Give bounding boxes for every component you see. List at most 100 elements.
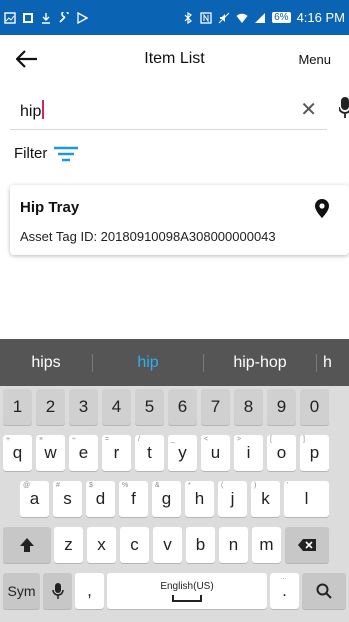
- arrow-left-icon: [16, 50, 37, 68]
- key-letter: i: [246, 443, 251, 462]
- page-title: Item List: [144, 50, 205, 67]
- key[interactable]: 8: [234, 389, 263, 425]
- key[interactable]: b: [186, 527, 215, 563]
- key[interactable]: * h: [185, 481, 214, 517]
- wifi-icon: [236, 13, 248, 23]
- key[interactable]: / t: [135, 435, 164, 471]
- key-letter: u: [210, 443, 221, 462]
- clear-search-icon[interactable]: ✕: [300, 97, 317, 122]
- nfc-icon: [200, 11, 212, 24]
- key-hint: ]: [303, 436, 305, 443]
- microphone-icon[interactable]: [339, 94, 349, 122]
- suggestion-item[interactable]: hip-hop: [204, 354, 316, 372]
- key[interactable]: % f: [119, 481, 148, 517]
- back-button[interactable]: [8, 40, 46, 78]
- suggestion-item[interactable]: h: [317, 354, 349, 372]
- suggestion-item[interactable]: hips: [0, 354, 92, 372]
- key[interactable]: [o: [267, 435, 296, 471]
- key[interactable]: 5: [135, 389, 164, 425]
- key-letter: f: [131, 489, 136, 508]
- key[interactable]: 9: [267, 389, 296, 425]
- filter-button[interactable]: Filter: [14, 145, 79, 162]
- key-hint: %: [122, 482, 129, 489]
- suggestion-item-selected[interactable]: hip: [93, 354, 203, 372]
- key-letter: g: [161, 489, 172, 508]
- item-card[interactable]: Hip Tray Asset Tag ID: 20180910098A30800…: [10, 185, 349, 255]
- key[interactable]: < u: [201, 435, 230, 471]
- key[interactable]: ÷ e: [69, 435, 98, 471]
- key-hint: …: [280, 574, 287, 581]
- key-letter: q: [12, 443, 23, 462]
- key-letter: e: [78, 443, 89, 462]
- location-pin-icon[interactable]: [315, 199, 329, 218]
- key-hint: <: [204, 436, 209, 443]
- key[interactable]: 4: [102, 389, 131, 425]
- item-asset-tag: Asset Tag ID: 20180910098A308000000043: [20, 229, 276, 244]
- key-letter: l: [304, 489, 309, 508]
- comma-key[interactable]: ,: [75, 573, 104, 609]
- battery-level: 6%: [272, 12, 291, 23]
- search-input[interactable]: hip: [20, 100, 45, 121]
- filter-label: Filter: [14, 145, 48, 162]
- key-letter: p: [309, 443, 320, 462]
- voice-input-key[interactable]: [43, 573, 72, 609]
- search-value: hip: [20, 103, 42, 120]
- key-letter: y: [178, 443, 187, 462]
- key[interactable]: 3: [69, 389, 98, 425]
- status-notification-icons: [4, 11, 88, 24]
- key[interactable]: > i: [234, 435, 263, 471]
- key-hint: *: [188, 482, 191, 489]
- key[interactable]: # s: [53, 481, 82, 517]
- key[interactable]: 6: [168, 389, 197, 425]
- key-hint: >: [237, 436, 242, 443]
- microphone-icon: [51, 583, 64, 599]
- key[interactable]: × w: [36, 435, 65, 471]
- wrench-icon: [59, 11, 69, 23]
- key[interactable]: 7: [201, 389, 230, 425]
- search-key[interactable]: [302, 573, 346, 609]
- key-letter: a: [29, 489, 40, 508]
- key[interactable]: $ d: [86, 481, 115, 517]
- key-hint: =: [105, 436, 110, 443]
- menu-button[interactable]: Menu: [298, 52, 331, 67]
- key[interactable]: c: [120, 527, 149, 563]
- key[interactable]: 1: [3, 389, 32, 425]
- search-field[interactable]: hip ✕: [10, 91, 327, 130]
- key[interactable]: & g: [152, 481, 181, 517]
- key-hint: #: [56, 482, 60, 489]
- key-letter: j: [230, 489, 235, 508]
- key[interactable]: v: [153, 527, 182, 563]
- key[interactable]: = r: [102, 435, 131, 471]
- key-hint: ': [287, 482, 289, 489]
- key-letter: t: [147, 443, 152, 462]
- key[interactable]: 2: [36, 389, 65, 425]
- key[interactable]: + q: [3, 435, 32, 471]
- key[interactable]: m: [252, 527, 281, 563]
- space-key[interactable]: English(US): [107, 573, 267, 609]
- backspace-key[interactable]: [285, 527, 329, 563]
- key-letter: s: [63, 489, 72, 508]
- key-letter: d: [95, 489, 106, 508]
- key[interactable]: x: [87, 527, 116, 563]
- play-store-icon: [77, 11, 88, 24]
- sym-key[interactable]: Sym: [3, 573, 40, 609]
- key[interactable]: ] p: [300, 435, 329, 471]
- key[interactable]: 0: [300, 389, 329, 425]
- keyboard-number-row: 1 2 3 4 5 6 7 8 9 0: [0, 389, 349, 427]
- key[interactable]: ) k: [251, 481, 280, 517]
- keyboard-row-1: + q × w ÷ e = r / t _ y < u > i [o ] p: [0, 435, 349, 473]
- key[interactable]: n: [219, 527, 248, 563]
- key[interactable]: (j: [218, 481, 247, 517]
- period-key[interactable]: ….: [270, 573, 299, 609]
- shift-key[interactable]: [3, 527, 51, 563]
- keyboard-row-2: @ a # s $ d % f & g * h (j ) k ' l: [0, 481, 349, 519]
- key-letter: w: [44, 443, 57, 462]
- key[interactable]: ' l: [284, 481, 329, 517]
- key[interactable]: _ y: [168, 435, 197, 471]
- on-screen-keyboard: hips hip hip-hop h 1 2 3 4 5 6 7 8 9 0 +…: [0, 339, 349, 622]
- key-letter: o: [276, 443, 287, 462]
- download-icon: [42, 12, 50, 24]
- key[interactable]: @ a: [20, 481, 49, 517]
- key[interactable]: z: [54, 527, 83, 563]
- key-hint: +: [6, 436, 11, 443]
